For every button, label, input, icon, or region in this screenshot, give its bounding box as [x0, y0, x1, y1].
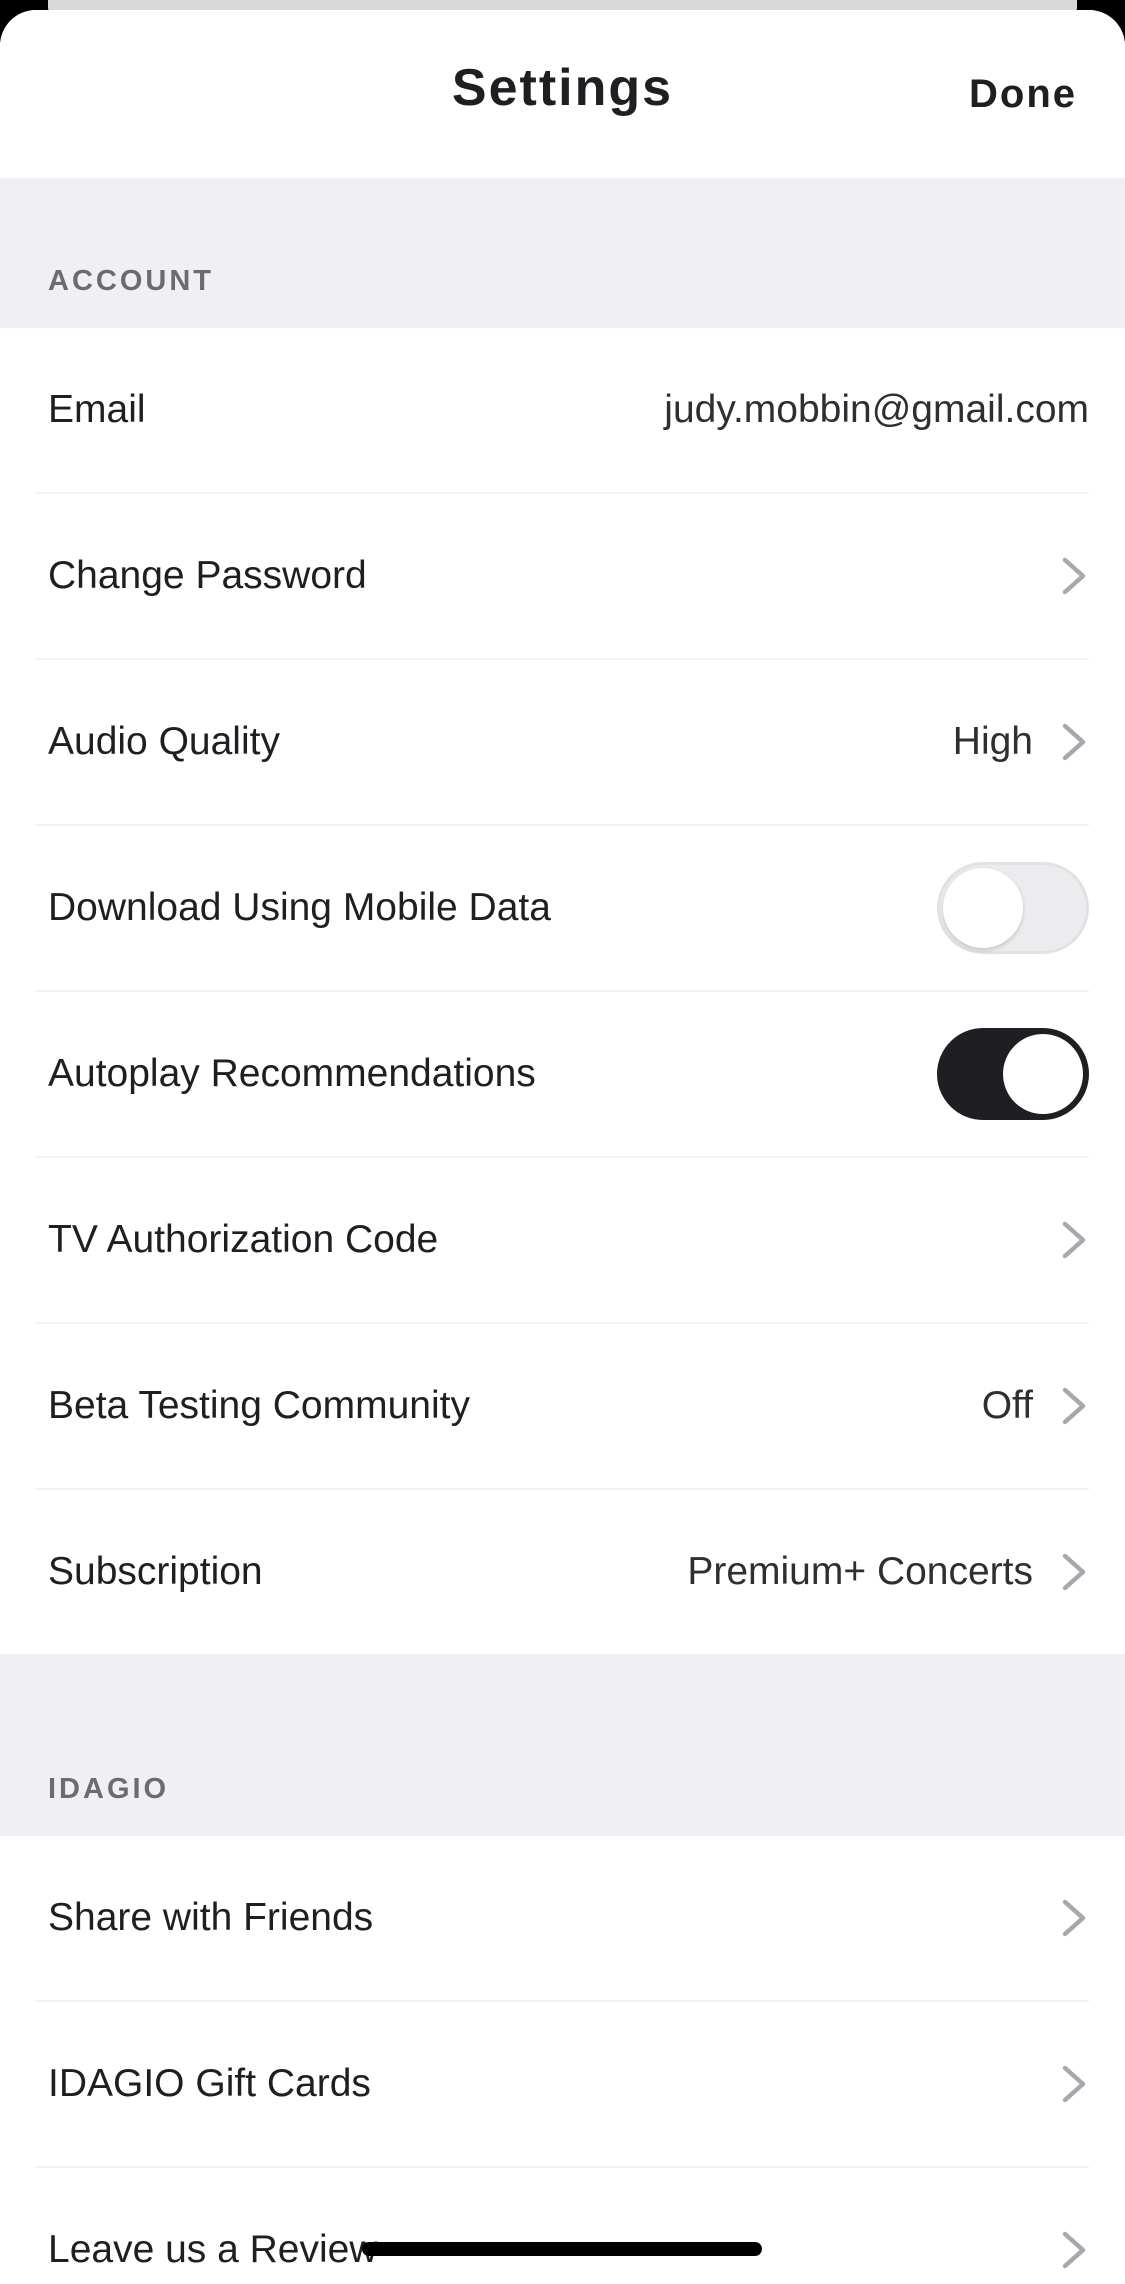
chevron-right-icon [1062, 2065, 1086, 2103]
beta-testing-community-value: Off [981, 1384, 1033, 1427]
home-indicator[interactable] [362, 2242, 762, 2256]
email-right: judy.mobbin@gmail.com [664, 388, 1089, 432]
download-mobile-data-label: Download Using Mobile Data [48, 886, 551, 929]
share-with-friends-label: Share with Friends [48, 1896, 374, 1939]
subscription-value: Premium+ Concerts [687, 1550, 1033, 1593]
audio-quality-right: High [953, 720, 1089, 764]
subscription-label: Subscription [48, 1550, 263, 1593]
toggle-knob [943, 868, 1023, 948]
chevron-right-icon [1062, 557, 1086, 595]
leave-review-label: Leave us a Review [48, 2228, 378, 2271]
leave-review-right [1033, 2228, 1089, 2272]
section-title-idagio: IDAGIO [48, 1773, 170, 1805]
email-value: judy.mobbin@gmail.com [664, 388, 1089, 431]
navigation-bar: Settings Done [0, 10, 1125, 178]
share-with-friends-row[interactable]: Share with Friends [36, 1836, 1089, 2002]
tv-authorization-code-label: TV Authorization Code [48, 1218, 439, 1261]
change-password-label: Change Password [48, 554, 367, 597]
beta-testing-community-right: Off [982, 1384, 1089, 1428]
audio-quality-label: Audio Quality [48, 720, 280, 763]
autoplay-recommendations-label: Autoplay Recommendations [48, 1052, 536, 1095]
chevron-right-icon [1062, 723, 1086, 761]
chevron-right-icon [1062, 1899, 1086, 1937]
change-password-right [1033, 554, 1089, 598]
download-mobile-data-row: Download Using Mobile Data [36, 826, 1089, 992]
download-mobile-data-toggle[interactable] [937, 862, 1089, 954]
email-row: Email judy.mobbin@gmail.com [36, 328, 1089, 494]
autoplay-recommendations-toggle[interactable] [937, 1028, 1089, 1120]
beta-testing-community-label: Beta Testing Community [48, 1384, 470, 1427]
autoplay-recommendations-row: Autoplay Recommendations [36, 992, 1089, 1158]
section-header-account: ACCOUNT [0, 178, 1125, 328]
email-label: Email [48, 388, 146, 431]
subscription-row[interactable]: Subscription Premium+ Concerts [36, 1490, 1089, 1654]
settings-sheet: Settings Done ACCOUNT Email judy.mobbin@… [0, 10, 1125, 2284]
change-password-row[interactable]: Change Password [36, 494, 1089, 660]
autoplay-recommendations-right [937, 1028, 1089, 1120]
download-mobile-data-right [937, 862, 1089, 954]
tv-authorization-code-row[interactable]: TV Authorization Code [36, 1158, 1089, 1324]
toggle-knob [1003, 1034, 1083, 1114]
section-header-idagio: IDAGIO [0, 1654, 1125, 1836]
subscription-right: Premium+ Concerts [687, 1550, 1089, 1594]
leave-review-row[interactable]: Leave us a Review [36, 2168, 1089, 2284]
done-button[interactable]: Done [969, 72, 1077, 117]
gift-cards-row[interactable]: IDAGIO Gift Cards [36, 2002, 1089, 2168]
chevron-right-icon [1062, 1387, 1086, 1425]
gift-cards-right [1033, 2062, 1089, 2106]
section-title-account: ACCOUNT [48, 265, 214, 297]
tv-authorization-code-right [1033, 1218, 1089, 1262]
share-with-friends-right [1033, 1896, 1089, 1940]
chevron-right-icon [1062, 1221, 1086, 1259]
audio-quality-row[interactable]: Audio Quality High [36, 660, 1089, 826]
chevron-right-icon [1062, 1553, 1086, 1591]
page-title: Settings [451, 59, 674, 117]
audio-quality-value: High [952, 720, 1033, 763]
chevron-right-icon [1062, 2231, 1086, 2269]
gift-cards-label: IDAGIO Gift Cards [48, 2062, 371, 2105]
beta-testing-community-row[interactable]: Beta Testing Community Off [36, 1324, 1089, 1490]
